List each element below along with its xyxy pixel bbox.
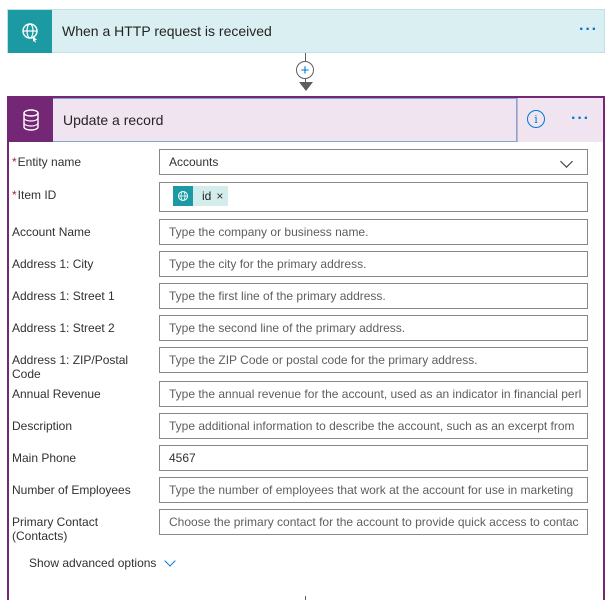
add-step-button[interactable]: +: [296, 61, 314, 79]
revenue-input[interactable]: Type the annual revenue for the account,…: [159, 381, 588, 407]
street1-input[interactable]: Type the first line of the primary addre…: [159, 283, 588, 309]
entity-name-label: Entity name: [17, 155, 82, 169]
entity-name-select[interactable]: Accounts: [159, 149, 588, 175]
connector-line: [305, 596, 306, 600]
trigger-more-icon[interactable]: ···: [579, 21, 598, 39]
account-name-label: Account Name: [12, 225, 91, 239]
city-label: Address 1: City: [12, 257, 94, 271]
zip-label: Address 1: ZIP/Postal Code: [12, 353, 129, 381]
database-icon: [9, 98, 53, 142]
main-phone-label: Main Phone: [12, 451, 77, 465]
divider: [517, 98, 518, 142]
card-title: Update a record: [63, 112, 164, 128]
http-trigger-card[interactable]: When a HTTP request is received ···: [7, 9, 605, 53]
description-label: Description: [12, 419, 73, 433]
primary-contact-input[interactable]: Choose the primary contact for the accou…: [159, 509, 588, 535]
item-id-field[interactable]: id ×: [159, 182, 588, 212]
required-mark: *: [12, 155, 17, 169]
token-label: id: [202, 189, 212, 203]
street2-label: Address 1: Street 2: [12, 321, 115, 335]
info-icon[interactable]: i: [527, 110, 545, 128]
card-header[interactable]: Update a record i ···: [9, 98, 603, 142]
remove-token-icon[interactable]: ×: [216, 184, 228, 208]
street1-label: Address 1: Street 1: [12, 289, 115, 303]
revenue-label: Annual Revenue: [12, 387, 101, 401]
globe-icon: [8, 10, 52, 53]
trigger-title: When a HTTP request is received: [62, 23, 272, 39]
arrow-down-icon: [299, 82, 313, 91]
connector-line: [305, 53, 306, 61]
account-name-input[interactable]: Type the company or business name.: [159, 219, 588, 245]
street2-input[interactable]: Type the second line of the primary addr…: [159, 315, 588, 341]
description-input[interactable]: Type additional information to describe …: [159, 413, 588, 439]
primary-contact-label: Primary Contact (Contacts): [12, 515, 99, 543]
globe-icon: [173, 186, 193, 206]
required-mark: *: [12, 188, 17, 202]
main-phone-input[interactable]: 4567: [159, 445, 588, 471]
show-advanced-options-link[interactable]: Show advanced options: [29, 556, 156, 570]
employees-label: Number of Employees: [12, 483, 131, 497]
chevron-down-icon: [560, 155, 573, 168]
entity-name-value: Accounts: [169, 155, 219, 169]
zip-input[interactable]: Type the ZIP Code or postal code for the…: [159, 347, 588, 373]
city-input[interactable]: Type the city for the primary address.: [159, 251, 588, 277]
id-token[interactable]: id ×: [173, 184, 229, 208]
card-more-icon[interactable]: ···: [571, 110, 590, 128]
employees-input[interactable]: Type the number of employees that work a…: [159, 477, 588, 503]
item-id-label: Item ID: [17, 188, 57, 202]
